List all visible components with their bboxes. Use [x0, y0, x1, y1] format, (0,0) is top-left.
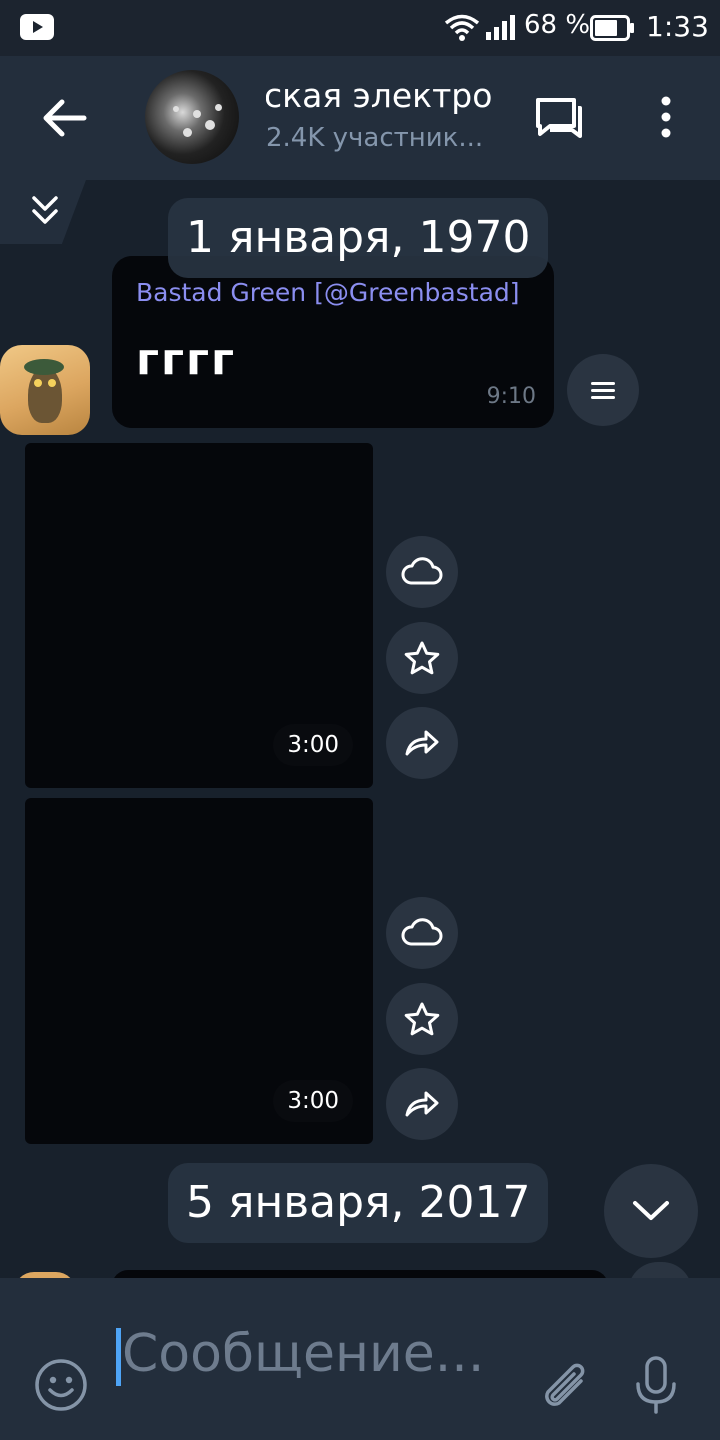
- star-icon: [404, 641, 440, 675]
- clock: 1:33: [646, 10, 709, 43]
- video-message[interactable]: 3:00: [25, 443, 373, 788]
- message-time: 9:10: [486, 384, 536, 409]
- message-bubble[interactable]: Bastad Green [@Greenbastad] гггг 9:10: [112, 256, 554, 428]
- chat-subtitle: 2.4K участник...: [266, 123, 484, 153]
- user-avatar[interactable]: [0, 345, 90, 435]
- status-bar: 68 % 1:33: [0, 0, 720, 56]
- text-caret: [116, 1328, 121, 1386]
- message-menu-button[interactable]: [567, 354, 639, 426]
- save-to-cloud-button[interactable]: [386, 897, 458, 969]
- chat-title: ская электро: [266, 76, 493, 115]
- date-separator: 1 января, 1970: [168, 198, 549, 278]
- video-duration: 3:00: [273, 724, 353, 766]
- date-separator: 5 января, 2017: [168, 1163, 549, 1243]
- chat-header: ская электро 2.4K участник...: [0, 56, 720, 180]
- share-icon: [405, 1091, 439, 1117]
- share-button[interactable]: [386, 1068, 458, 1140]
- cloud-icon: [401, 918, 443, 946]
- share-button[interactable]: [386, 707, 458, 779]
- emoji-icon[interactable]: [34, 1358, 88, 1412]
- video-duration: 3:00: [273, 1080, 353, 1122]
- message-text: гггг: [136, 334, 236, 385]
- chat-title-block[interactable]: ская электро 2.4K участник...: [266, 76, 498, 153]
- save-to-cloud-button[interactable]: [386, 536, 458, 608]
- message-composer: [0, 1278, 720, 1440]
- discussion-icon[interactable]: [534, 94, 584, 144]
- attach-icon[interactable]: [538, 1358, 590, 1412]
- cloud-icon: [401, 557, 443, 585]
- double-chevron-down-icon[interactable]: [30, 194, 60, 228]
- favorite-button[interactable]: [386, 622, 458, 694]
- youtube-icon: [20, 14, 54, 40]
- more-vert-icon[interactable]: [654, 96, 678, 140]
- video-message[interactable]: 3:00: [25, 798, 373, 1144]
- message-author[interactable]: Bastad Green [@Greenbastad]: [136, 278, 520, 307]
- message-input[interactable]: [116, 1316, 522, 1392]
- scroll-down-button[interactable]: [604, 1164, 698, 1258]
- signal-icon: [486, 15, 515, 40]
- channel-avatar[interactable]: [145, 70, 239, 164]
- battery-percent: 68 %: [524, 10, 591, 40]
- star-icon: [404, 1002, 440, 1036]
- share-icon: [405, 730, 439, 756]
- favorite-button[interactable]: [386, 983, 458, 1055]
- back-arrow-icon[interactable]: [40, 96, 88, 140]
- wifi-icon: [444, 14, 480, 41]
- battery-icon: [590, 15, 634, 41]
- mic-icon[interactable]: [634, 1356, 678, 1416]
- menu-icon: [591, 382, 615, 399]
- chevron-down-icon: [633, 1201, 669, 1220]
